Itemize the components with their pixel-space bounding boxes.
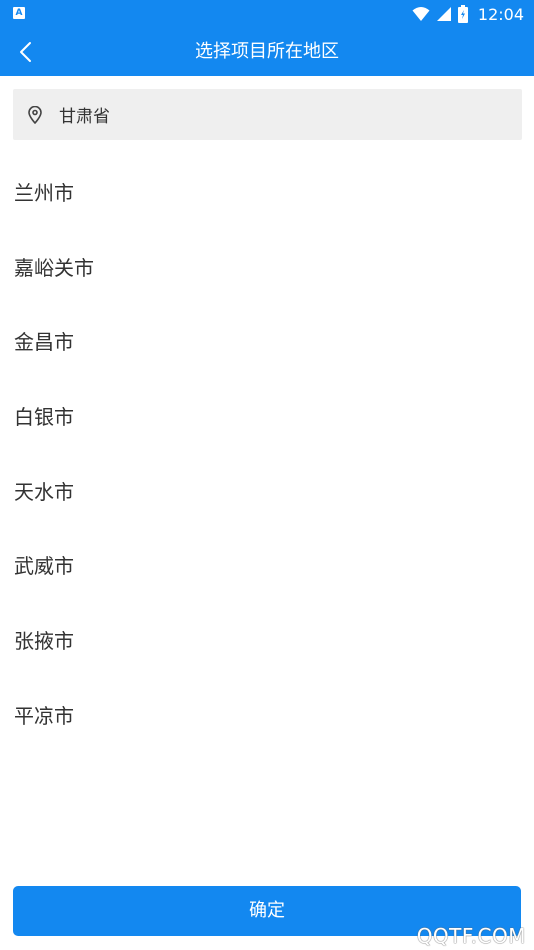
- status-icons: 12:04: [412, 4, 524, 24]
- status-time: 12:04: [477, 4, 524, 24]
- city-item[interactable]: 白银市: [0, 378, 534, 453]
- city-list: 兰州市 嘉峪关市 金昌市 白银市 天水市 武威市 张掖市 平凉市: [0, 154, 534, 752]
- city-item[interactable]: 金昌市: [0, 303, 534, 378]
- city-item[interactable]: 嘉峪关市: [0, 229, 534, 304]
- city-item[interactable]: 兰州市: [0, 154, 534, 229]
- city-item[interactable]: 平凉市: [0, 677, 534, 752]
- city-item[interactable]: 武威市: [0, 527, 534, 602]
- selected-region-label: 甘肃省: [59, 107, 110, 127]
- status-bar: A 12:04: [0, 0, 534, 28]
- back-button[interactable]: [10, 36, 42, 68]
- app-header: 选择项目所在地区: [0, 28, 534, 76]
- page-title: 选择项目所在地区: [195, 41, 339, 62]
- chevron-left-icon: [20, 42, 31, 62]
- wifi-icon: [412, 7, 430, 21]
- city-item[interactable]: 张掖市: [0, 602, 534, 677]
- selected-region-bar[interactable]: 甘肃省: [13, 89, 522, 140]
- battery-icon: [457, 5, 468, 23]
- city-item[interactable]: 天水市: [0, 453, 534, 528]
- signal-icon: [436, 7, 451, 21]
- location-pin-icon: [28, 105, 44, 125]
- page: A 12:04 选择项目所在地区 甘肃省 兰州市 嘉峪关市 金昌市 白银市 天水…: [0, 0, 534, 950]
- watermark: QQTF.COM: [416, 924, 526, 948]
- app-notification-icon: A: [13, 7, 25, 19]
